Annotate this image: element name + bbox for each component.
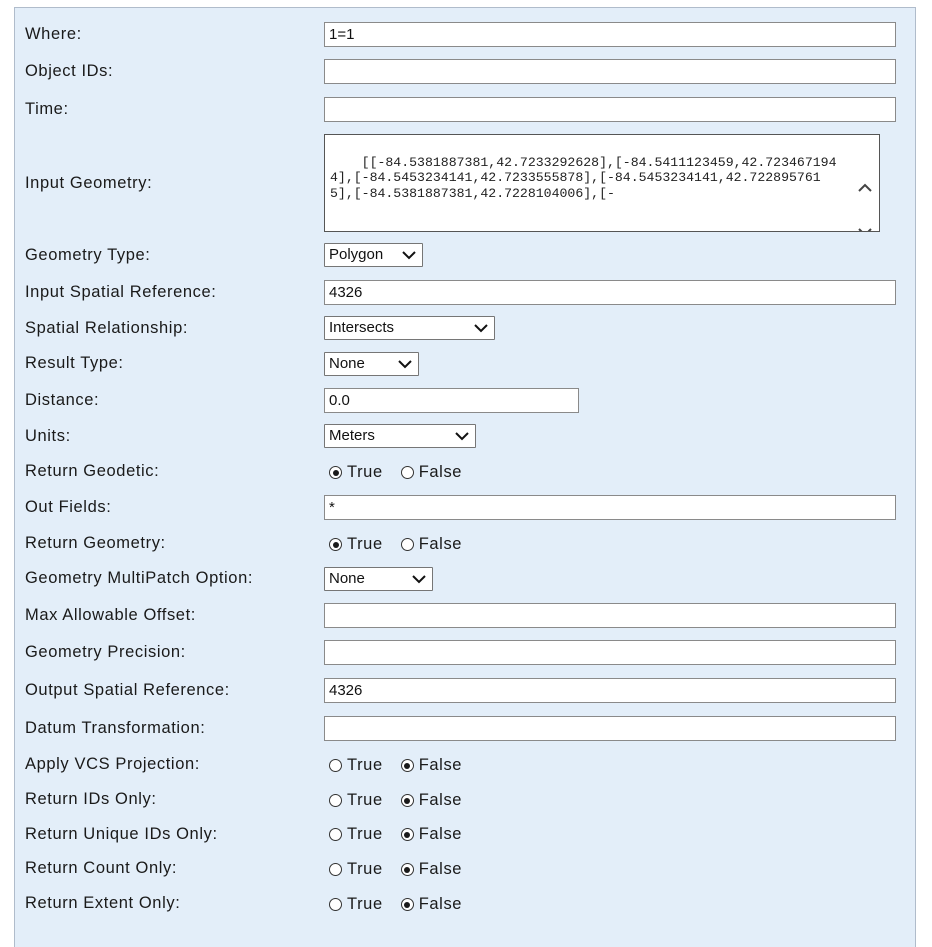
input-geometry-label: Input Geometry: <box>25 174 153 192</box>
multipatch-option-select[interactable]: None <box>324 567 433 591</box>
geometry-precision-label: Geometry Precision: <box>25 643 186 661</box>
units-select[interactable]: Meters <box>324 424 476 448</box>
return-ids-only-false-option[interactable]: False <box>400 791 462 810</box>
multipatch-option-value: None <box>329 570 365 587</box>
object-ids-label: Object IDs: <box>25 62 114 80</box>
max-allowable-offset-input[interactable] <box>324 603 896 628</box>
return-count-only-radio-group: True False <box>329 860 462 879</box>
out-fields-input[interactable] <box>324 495 896 520</box>
return-unique-ids-only-false-option[interactable]: False <box>400 825 462 844</box>
return-geometry-radio-group: True False <box>329 535 462 554</box>
time-label: Time: <box>25 100 69 118</box>
return-geometry-false-radio[interactable] <box>400 538 414 551</box>
chevron-down-icon <box>412 575 426 584</box>
distance-input[interactable] <box>324 388 579 413</box>
spatial-relationship-value: Intersects <box>329 319 395 336</box>
input-geometry-text: [[-84.5381887381,42.7233292628],[-84.541… <box>330 154 837 201</box>
return-geodetic-false-radio[interactable] <box>400 466 414 479</box>
result-type-select[interactable]: None <box>324 352 419 376</box>
where-label: Where: <box>25 25 82 43</box>
return-extent-only-false-radio[interactable] <box>400 898 414 911</box>
geometry-type-value: Polygon <box>329 246 384 263</box>
chevron-down-icon <box>455 432 469 441</box>
return-geodetic-radio-group: True False <box>329 463 462 482</box>
apply-vcs-projection-true-radio[interactable] <box>329 759 342 772</box>
return-count-only-false-radio[interactable] <box>400 863 414 876</box>
geometry-type-select[interactable]: Polygon <box>324 243 423 267</box>
spatial-relationship-select[interactable]: Intersects <box>324 316 495 340</box>
input-spatial-reference-label: Input Spatial Reference: <box>25 283 217 301</box>
return-unique-ids-only-radio-group: True False <box>329 825 462 844</box>
out-fields-label: Out Fields: <box>25 498 112 516</box>
geometry-type-label: Geometry Type: <box>25 246 151 264</box>
return-count-only-true-radio[interactable] <box>329 863 342 876</box>
return-geodetic-true-radio[interactable] <box>329 466 342 479</box>
return-unique-ids-only-label: Return Unique IDs Only: <box>25 825 218 843</box>
distance-label: Distance: <box>25 391 100 409</box>
return-geodetic-true-option[interactable]: True <box>329 463 383 482</box>
where-input[interactable] <box>324 22 896 47</box>
spatial-relationship-label: Spatial Relationship: <box>25 319 189 337</box>
return-geometry-label: Return Geometry: <box>25 534 166 552</box>
return-geometry-false-option[interactable]: False <box>400 535 462 554</box>
time-input[interactable] <box>324 97 896 122</box>
return-unique-ids-only-true-radio[interactable] <box>329 828 342 841</box>
chevron-down-icon <box>398 360 412 369</box>
return-geodetic-label: Return Geodetic: <box>25 462 160 480</box>
return-count-only-true-option[interactable]: True <box>329 860 383 879</box>
units-label: Units: <box>25 427 71 445</box>
return-ids-only-radio-group: True False <box>329 791 462 810</box>
return-extent-only-true-option[interactable]: True <box>329 895 383 914</box>
query-form-panel: Where: Object IDs: Time: Input Geometry:… <box>14 7 916 947</box>
apply-vcs-projection-false-option[interactable]: False <box>400 756 462 775</box>
return-ids-only-true-option[interactable]: True <box>329 791 383 810</box>
return-geometry-true-option[interactable]: True <box>329 535 383 554</box>
output-spatial-reference-label: Output Spatial Reference: <box>25 681 230 699</box>
return-extent-only-true-radio[interactable] <box>329 898 342 911</box>
scroll-down-icon[interactable] <box>855 195 875 231</box>
return-ids-only-false-radio[interactable] <box>400 794 414 807</box>
object-ids-input[interactable] <box>324 59 896 84</box>
output-spatial-reference-input[interactable] <box>324 678 896 703</box>
return-count-only-false-option[interactable]: False <box>400 860 462 879</box>
return-unique-ids-only-true-option[interactable]: True <box>329 825 383 844</box>
return-extent-only-label: Return Extent Only: <box>25 894 181 912</box>
return-count-only-label: Return Count Only: <box>25 859 178 877</box>
return-ids-only-true-radio[interactable] <box>329 794 342 807</box>
units-value: Meters <box>329 427 375 444</box>
chevron-down-icon <box>402 251 416 260</box>
result-type-value: None <box>329 355 365 372</box>
multipatch-option-label: Geometry MultiPatch Option: <box>25 569 254 587</box>
geometry-precision-input[interactable] <box>324 640 896 665</box>
apply-vcs-projection-false-radio[interactable] <box>400 759 414 772</box>
return-unique-ids-only-false-radio[interactable] <box>400 828 414 841</box>
return-extent-only-false-option[interactable]: False <box>400 895 462 914</box>
apply-vcs-projection-radio-group: True False <box>329 756 462 775</box>
return-extent-only-radio-group: True False <box>329 895 462 914</box>
return-geometry-true-radio[interactable] <box>329 538 342 551</box>
apply-vcs-projection-true-option[interactable]: True <box>329 756 383 775</box>
apply-vcs-projection-label: Apply VCS Projection: <box>25 755 200 773</box>
datum-transformation-input[interactable] <box>324 716 896 741</box>
return-geodetic-false-option[interactable]: False <box>400 463 462 482</box>
return-ids-only-label: Return IDs Only: <box>25 790 157 808</box>
chevron-down-icon <box>474 324 488 333</box>
input-spatial-reference-input[interactable] <box>324 280 896 305</box>
datum-transformation-label: Datum Transformation: <box>25 719 206 737</box>
result-type-label: Result Type: <box>25 354 124 372</box>
max-allowable-offset-label: Max Allowable Offset: <box>25 606 196 624</box>
input-geometry-textarea[interactable]: [[-84.5381887381,42.7233292628],[-84.541… <box>324 134 880 232</box>
